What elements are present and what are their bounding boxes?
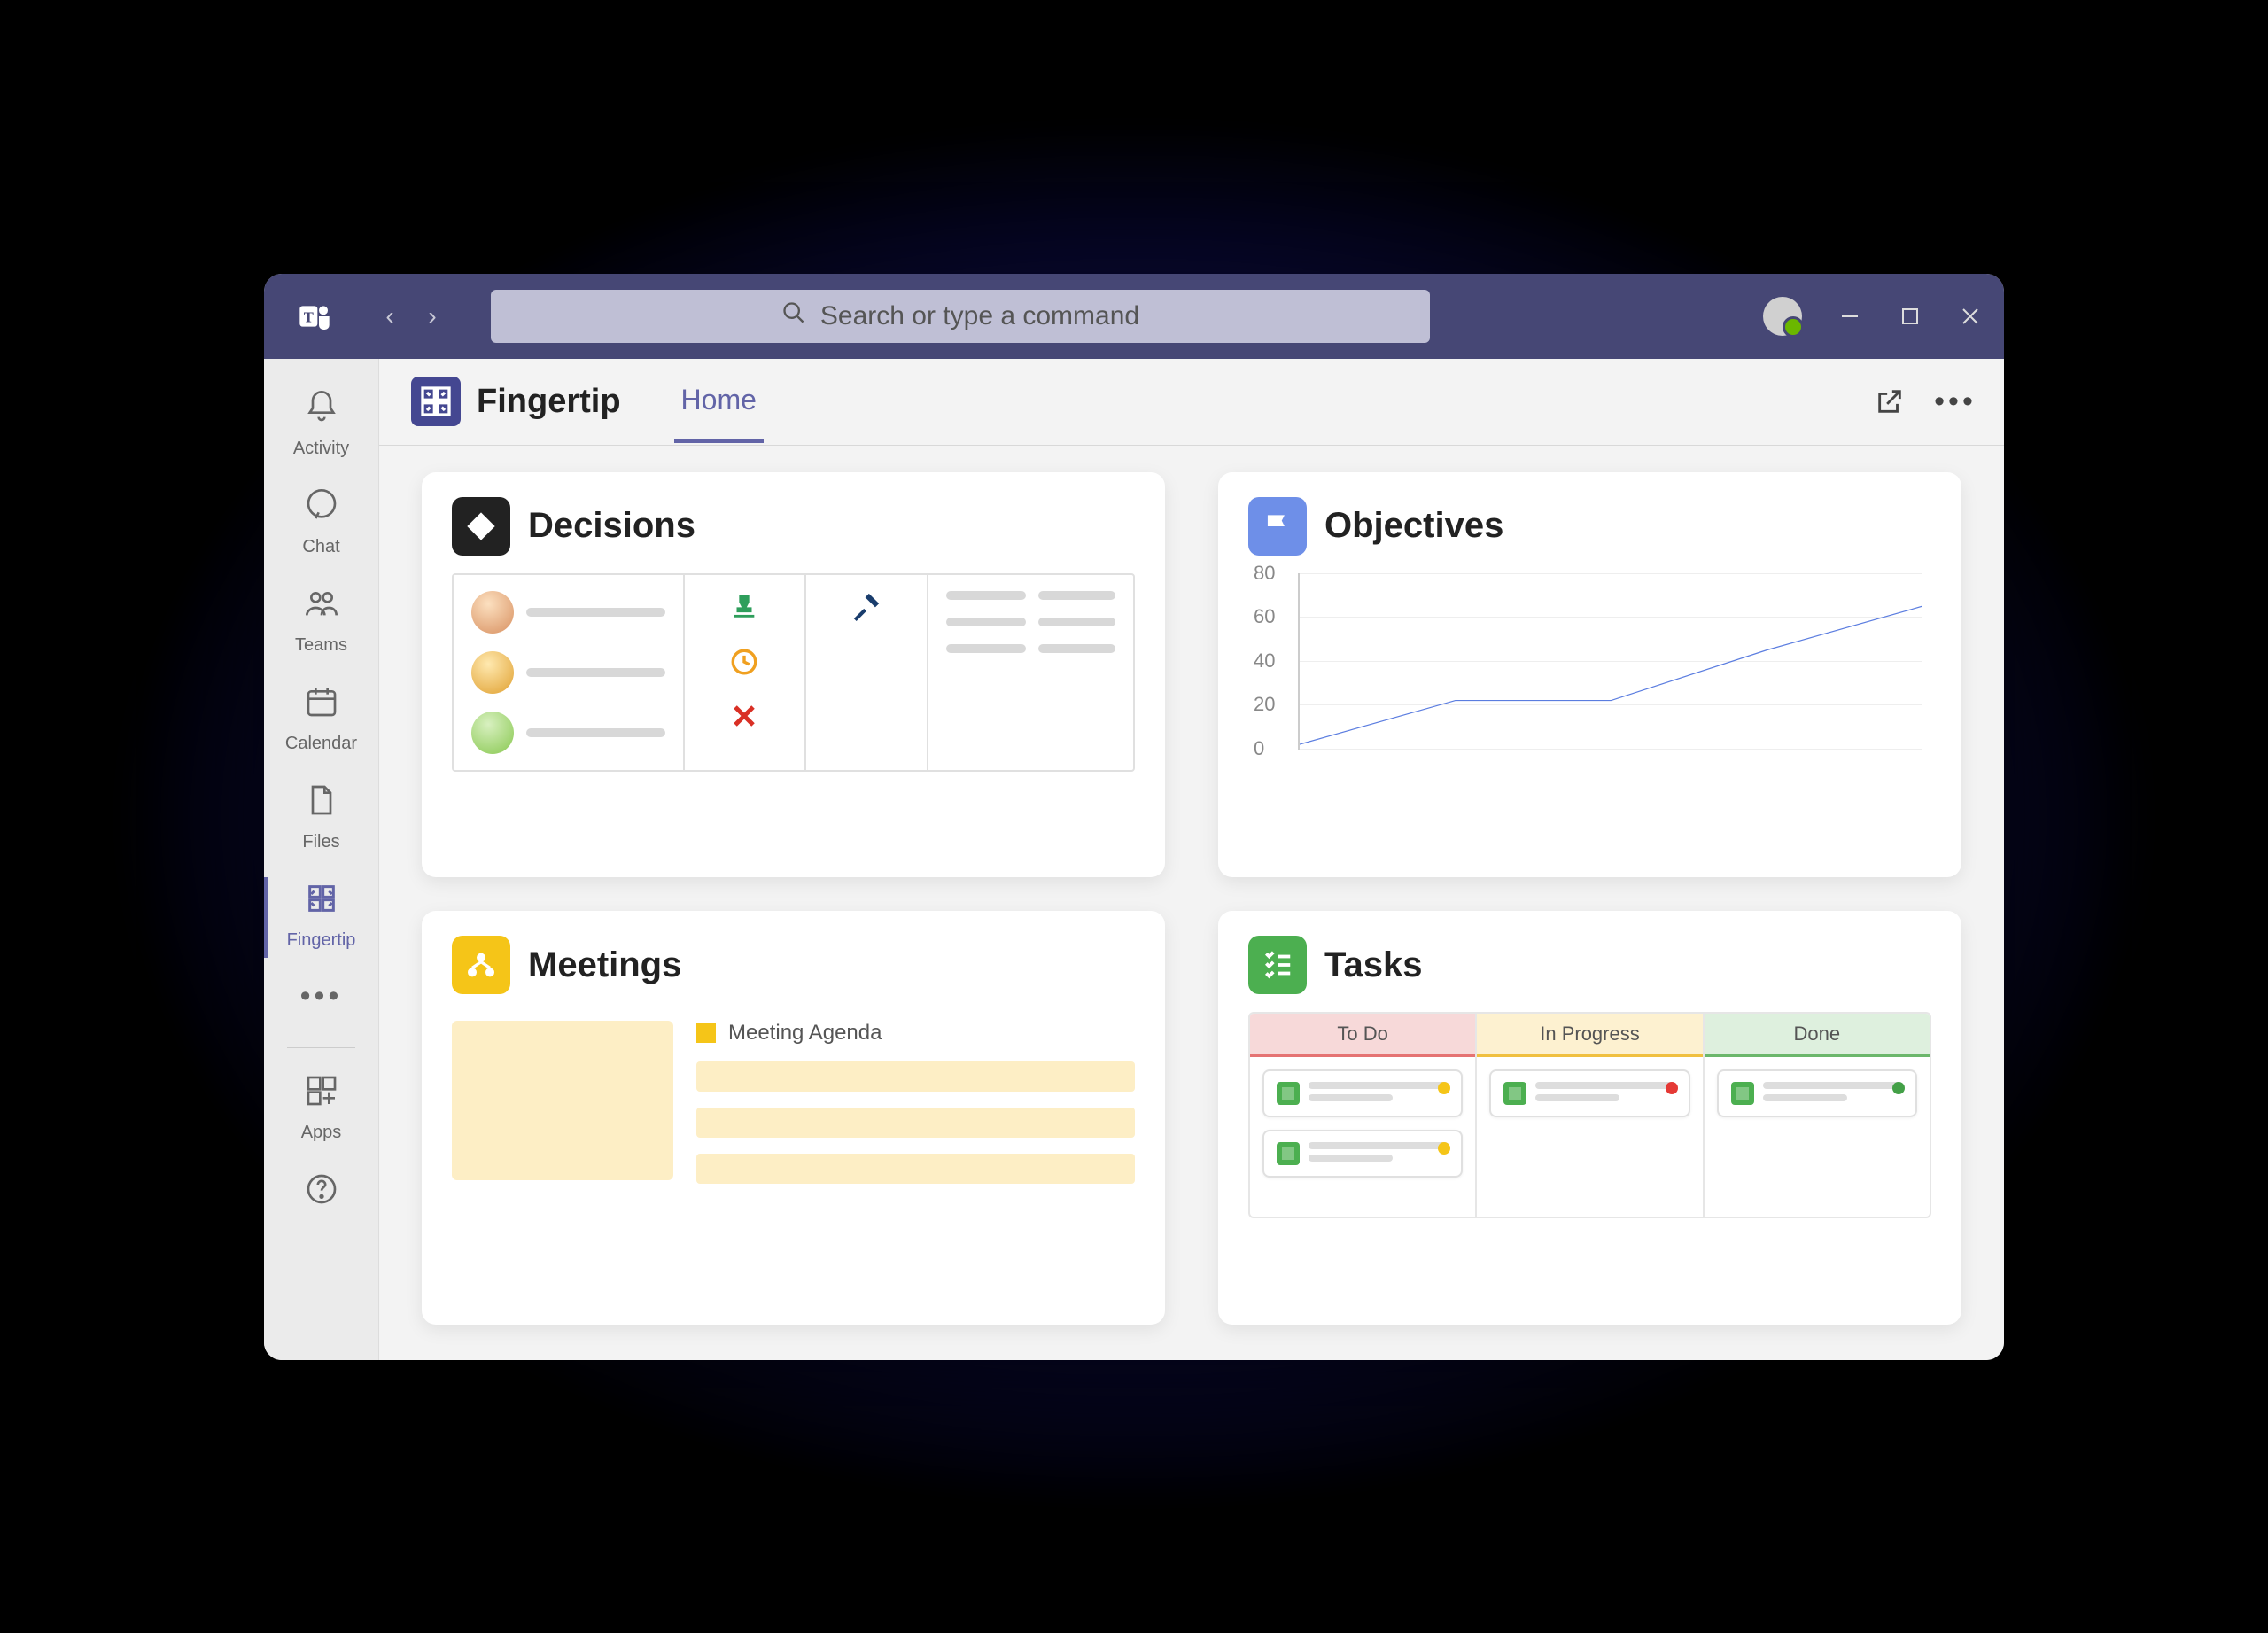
teams-logo-icon: T [292, 294, 337, 338]
meetings-card[interactable]: Meetings Meeting Agenda [422, 911, 1165, 1325]
placeholder-bar [696, 1061, 1135, 1092]
tasks-card[interactable]: Tasks To Do In Progress [1218, 911, 1961, 1325]
placeholder-bar [696, 1108, 1135, 1138]
back-button[interactable]: ‹ [372, 299, 408, 334]
rail-label: Calendar [285, 734, 357, 754]
avatar-icon [471, 591, 514, 634]
search-placeholder: Search or type a command [820, 301, 1139, 331]
meeting-agenda-label: Meeting Agenda [696, 1021, 1135, 1046]
task-type-icon [1503, 1082, 1526, 1105]
kanban-col-done: Done [1705, 1014, 1930, 1217]
card-title: Meetings [528, 945, 681, 985]
app-window: T ‹ › Search or type a command Activity [264, 274, 2004, 1360]
fingertip-app-icon [304, 881, 339, 925]
kanban-col-header: Done [1705, 1014, 1930, 1057]
table-row[interactable] [946, 644, 1115, 653]
task-card[interactable] [1489, 1069, 1689, 1117]
rail-label: Apps [301, 1123, 342, 1143]
forward-button[interactable]: › [415, 299, 450, 334]
nav-arrows: ‹ › [372, 299, 450, 334]
search-input[interactable]: Search or type a command [491, 290, 1430, 343]
tasks-icon [1248, 936, 1307, 994]
rail-item-activity[interactable]: Activity [264, 377, 378, 475]
rail-separator [287, 1047, 355, 1048]
rail-label: Chat [302, 537, 339, 557]
decisions-table [452, 573, 1135, 772]
rail-item-apps[interactable]: Apps [264, 1061, 378, 1159]
clock-icon [729, 647, 759, 685]
rail-label: Teams [295, 635, 347, 656]
task-card[interactable] [1717, 1069, 1917, 1117]
status-dot-icon [1892, 1082, 1905, 1094]
calendar-icon [304, 684, 339, 728]
stamp-icon [729, 591, 759, 629]
file-icon [304, 782, 339, 827]
card-title: Objectives [1324, 506, 1503, 546]
people-icon [304, 586, 339, 630]
cross-icon [731, 703, 757, 737]
table-row[interactable] [471, 712, 665, 754]
meetings-icon [452, 936, 510, 994]
task-card[interactable] [1262, 1130, 1463, 1178]
task-type-icon [1277, 1142, 1300, 1165]
more-icon: ••• [300, 979, 343, 1014]
tabbar: Fingertip Home ••• [379, 359, 2004, 446]
profile-avatar[interactable] [1763, 297, 1802, 336]
help-icon [304, 1171, 339, 1216]
kanban-board: To Do In Progress [1248, 1012, 1931, 1218]
app-name: Fingertip [477, 383, 621, 421]
rail-item-more[interactable]: ••• [264, 967, 378, 1035]
maximize-button[interactable] [1898, 304, 1922, 329]
square-icon [696, 1023, 716, 1043]
apps-icon [304, 1073, 339, 1117]
bell-icon [304, 389, 339, 433]
table-row[interactable] [471, 651, 665, 694]
more-actions-button[interactable]: ••• [1938, 385, 1972, 418]
kanban-col-todo: To Do [1250, 1014, 1477, 1217]
decisions-icon [452, 497, 510, 556]
rail-item-chat[interactable]: Chat [264, 475, 378, 573]
svg-text:T: T [304, 308, 314, 325]
chat-icon [304, 487, 339, 532]
kanban-col-header: In Progress [1477, 1014, 1702, 1057]
task-type-icon [1277, 1082, 1300, 1105]
avatar-icon [471, 651, 514, 694]
popout-button[interactable] [1873, 385, 1907, 418]
rail-label: Fingertip [287, 930, 356, 951]
titlebar: T ‹ › Search or type a command [264, 274, 2004, 359]
table-row[interactable] [471, 591, 665, 634]
gavel-icon [851, 591, 882, 629]
table-row[interactable] [946, 591, 1115, 600]
minimize-button[interactable] [1837, 304, 1862, 329]
decisions-card[interactable]: Decisions [422, 472, 1165, 878]
task-card[interactable] [1262, 1069, 1463, 1117]
rail-item-calendar[interactable]: Calendar [264, 672, 378, 770]
rail-label: Activity [293, 439, 349, 459]
content-grid: Decisions [379, 446, 2004, 1360]
kanban-col-header: To Do [1250, 1014, 1475, 1057]
rail-item-help[interactable] [264, 1159, 378, 1237]
close-button[interactable] [1958, 304, 1983, 329]
app-badge-icon [411, 377, 461, 426]
kanban-col-progress: In Progress [1477, 1014, 1704, 1217]
rail-item-teams[interactable]: Teams [264, 573, 378, 672]
avatar-icon [471, 712, 514, 754]
objectives-card[interactable]: Objectives 020406080 [1218, 472, 1961, 878]
tab-home[interactable]: Home [674, 361, 764, 443]
sidebar-rail: Activity Chat Teams Calendar Files Finge… [264, 359, 379, 1360]
objectives-chart: 020406080 [1298, 573, 1922, 750]
table-row[interactable] [946, 618, 1115, 626]
task-type-icon [1731, 1082, 1754, 1105]
card-title: Decisions [528, 506, 695, 546]
search-icon [781, 300, 806, 332]
rail-label: Files [302, 832, 339, 852]
rail-item-files[interactable]: Files [264, 770, 378, 868]
placeholder-bar [696, 1154, 1135, 1184]
objectives-icon [1248, 497, 1307, 556]
status-dot-icon [1666, 1082, 1678, 1094]
meeting-preview[interactable] [452, 1021, 673, 1180]
card-title: Tasks [1324, 945, 1422, 985]
rail-item-fingertip[interactable]: Fingertip [264, 868, 378, 967]
